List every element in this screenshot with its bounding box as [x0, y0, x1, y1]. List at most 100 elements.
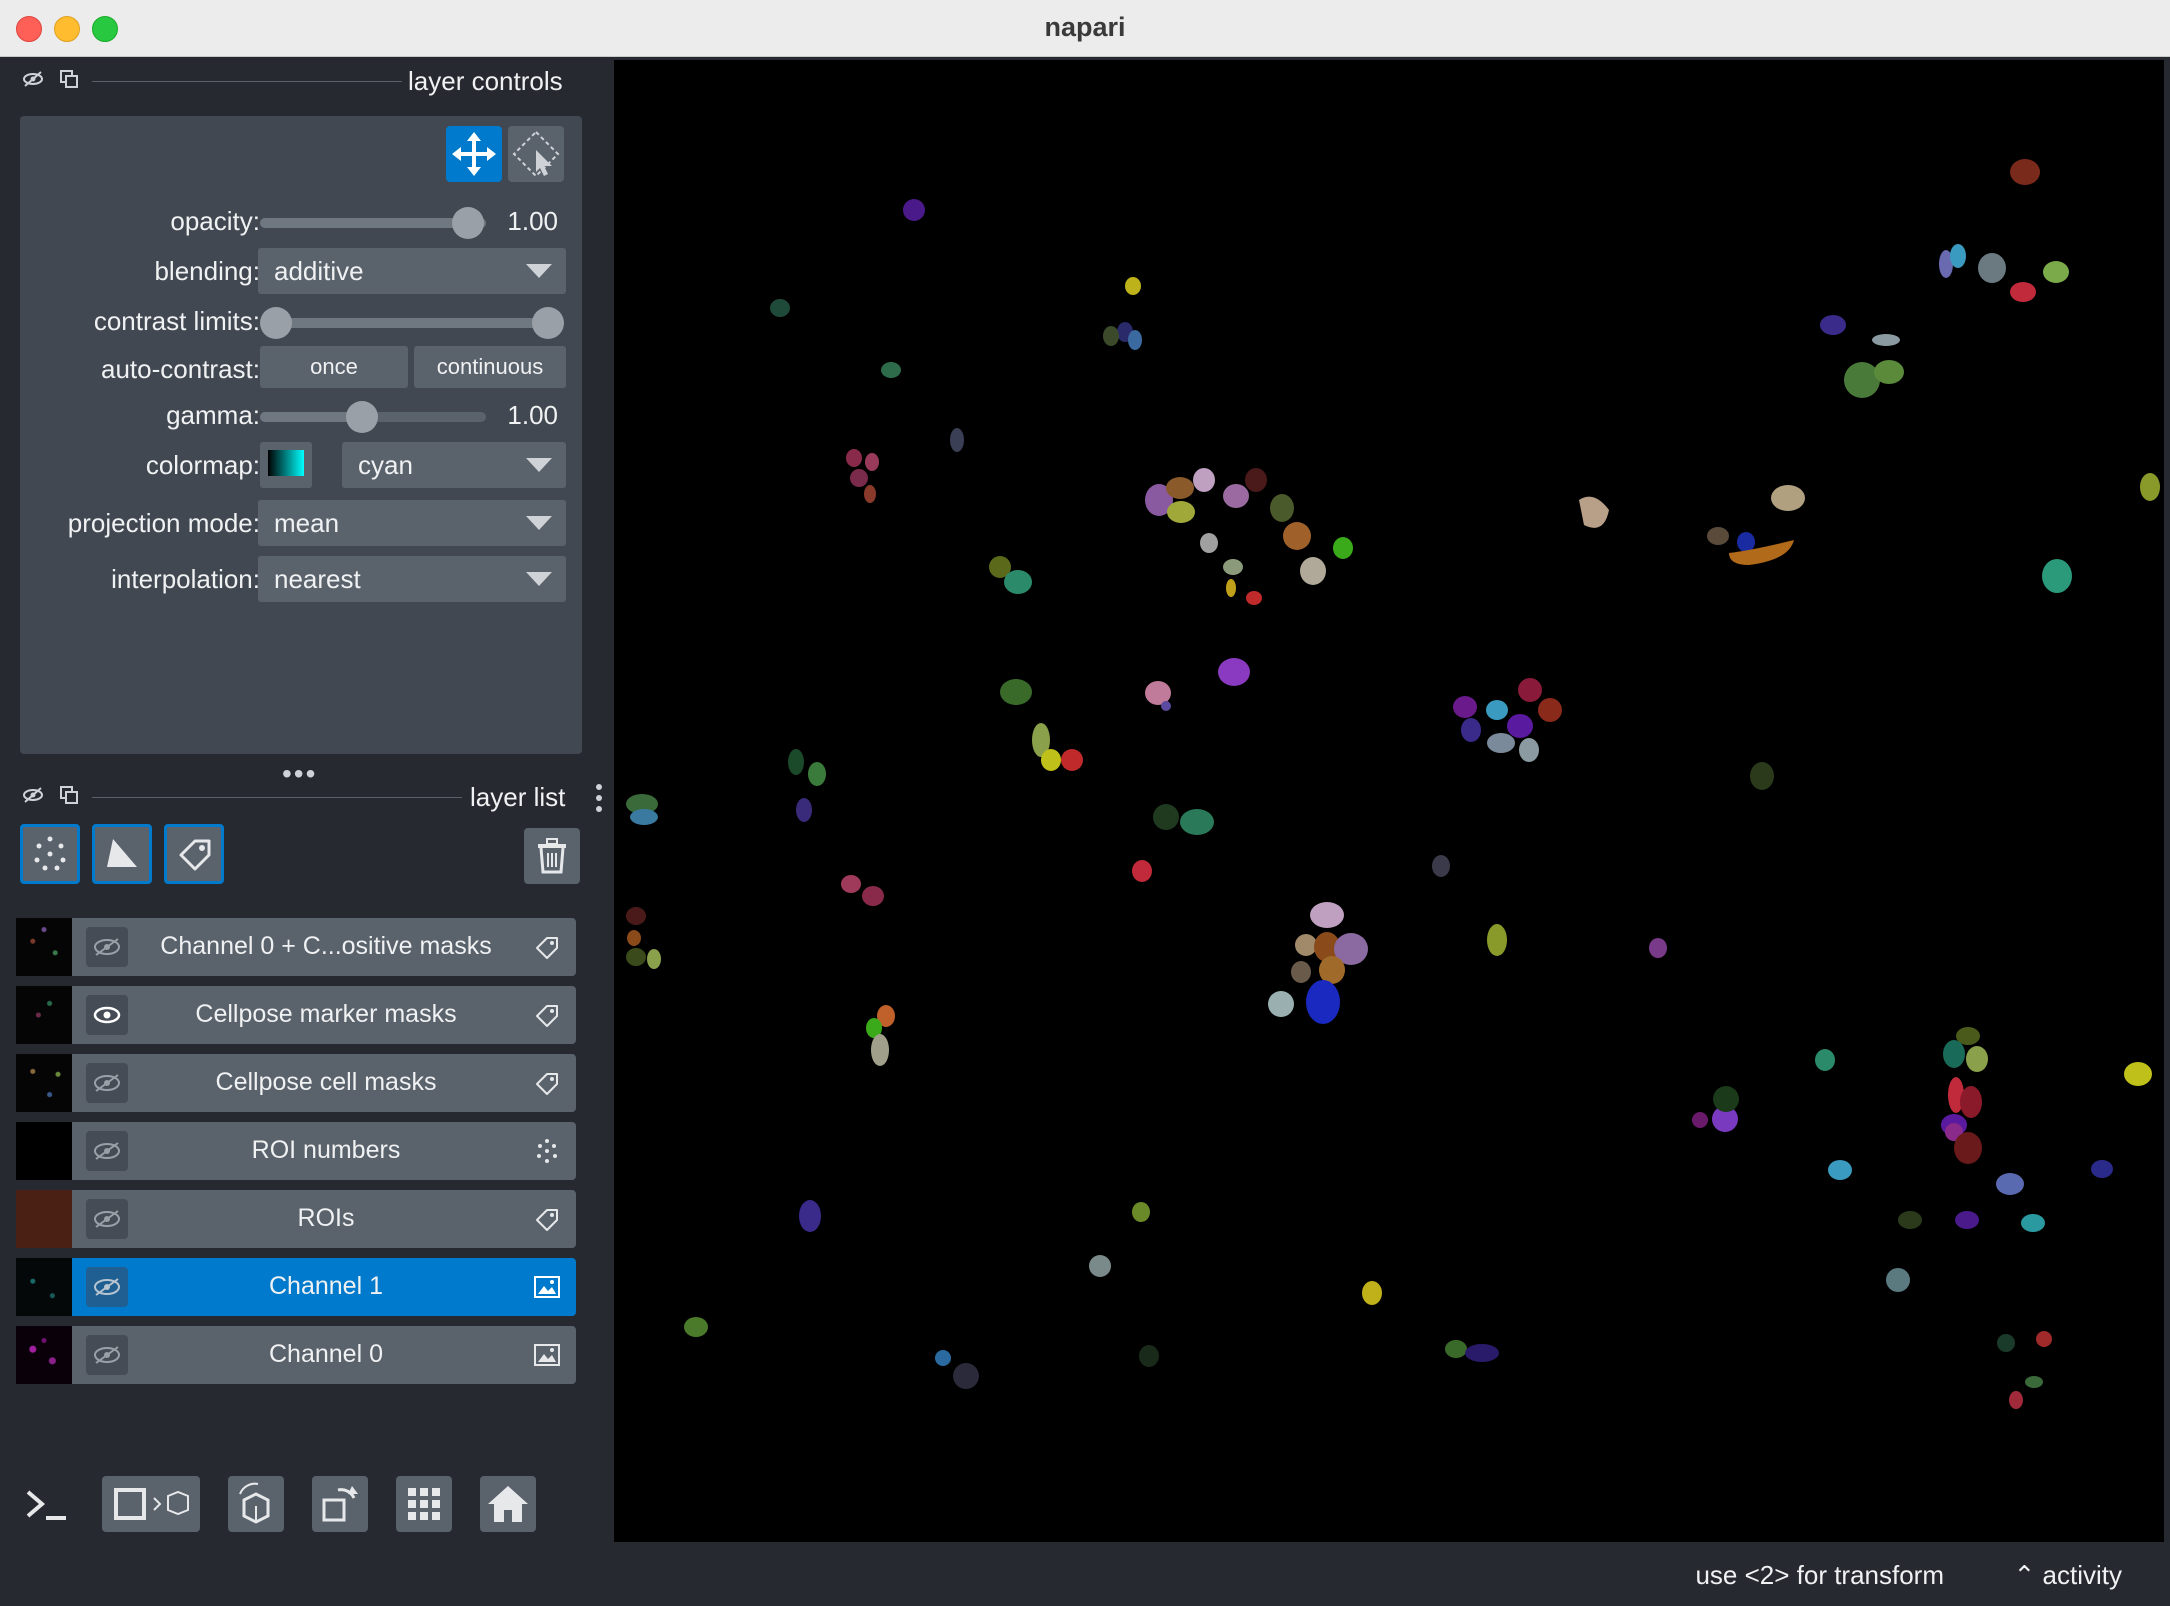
auto-contrast-once-button[interactable]: once [260, 346, 408, 388]
eye-hidden-icon [94, 938, 120, 956]
float-panel-icon[interactable] [58, 784, 80, 806]
opacity-value: 1.00 [507, 206, 558, 236]
layer-name: Cellpose cell masks [215, 1068, 437, 1096]
select-pointer-icon [512, 130, 560, 178]
hide-panel-icon[interactable] [22, 68, 44, 90]
new-points-layer-button[interactable] [20, 824, 80, 884]
chevron-down-icon [526, 516, 552, 530]
visibility-toggle[interactable] [86, 995, 128, 1035]
layer-thumbnail [16, 986, 72, 1044]
eye-hidden-icon [94, 1278, 120, 1296]
interpolation-label: interpolation: [111, 564, 260, 594]
grid-view-button[interactable] [396, 1476, 452, 1532]
activity-label: activity [2042, 1560, 2122, 1590]
pan-zoom-select-button[interactable] [508, 126, 564, 182]
interpolation-row: interpolation: nearest [20, 556, 582, 602]
shapes-icon [107, 839, 137, 867]
trash-icon [538, 838, 566, 874]
auto-contrast-continuous-button[interactable]: continuous [414, 346, 566, 388]
visibility-toggle[interactable] [86, 1131, 128, 1171]
label-masks-image [626, 159, 2160, 1409]
colormap-row: colormap: cyan [20, 442, 582, 488]
layer-list-title: layer list [470, 782, 566, 812]
layer-thumbnail [16, 1258, 72, 1316]
layer-name: Channel 1 [269, 1272, 383, 1300]
hide-panel-icon[interactable] [22, 784, 44, 806]
transpose-dims-button[interactable] [312, 1476, 368, 1532]
home-icon [488, 1486, 528, 1522]
activity-button[interactable]: ⌃ activity [2014, 1560, 2123, 1591]
roll-dims-button[interactable] [228, 1476, 284, 1532]
colormap-label: colormap: [145, 450, 260, 480]
projection-mode-dropdown[interactable]: mean [258, 500, 566, 546]
blending-label: blending: [154, 256, 260, 286]
grid-view-icon [408, 1488, 440, 1520]
auto-contrast-label: auto-contrast: [101, 354, 260, 384]
layer-controls-panel: opacity: 1.00 blending: additive contras… [20, 116, 582, 754]
title-bar: napari [0, 0, 2170, 57]
layer-row[interactable]: Cellpose cell masks [16, 1054, 576, 1112]
layer-row[interactable]: Channel 0 + C...ositive masks [16, 918, 576, 976]
opacity-row: opacity: 1.00 [20, 200, 582, 244]
layer-list-header: layer list [14, 776, 602, 816]
more-options-icon[interactable] [594, 782, 604, 814]
ndisplay-toggle-icon [114, 1488, 189, 1520]
projection-mode-label: projection mode: [67, 508, 260, 538]
layer-row[interactable]: Channel 0 [16, 1326, 576, 1384]
colormap-swatch[interactable] [260, 442, 312, 488]
interpolation-dropdown[interactable]: nearest [258, 556, 566, 602]
eye-hidden-icon [94, 1142, 120, 1160]
float-panel-icon[interactable] [58, 68, 80, 90]
layer-thumbnail [16, 1190, 72, 1248]
transpose-dims-icon [322, 1486, 358, 1522]
layer-controls-header: layer controls [14, 60, 574, 100]
contrast-high-handle[interactable] [532, 307, 564, 339]
status-hint: use <2> for transform [1695, 1560, 1944, 1590]
delete-layer-button[interactable] [524, 828, 580, 884]
viewer-canvas[interactable] [614, 60, 2164, 1542]
contrast-limits-label: contrast limits: [93, 306, 260, 336]
contrast-limits-row: contrast limits: [20, 300, 582, 344]
gamma-value: 1.00 [507, 400, 558, 430]
visibility-toggle[interactable] [86, 927, 128, 967]
blending-value: additive [274, 256, 364, 286]
transform-tool-button[interactable] [446, 126, 502, 182]
eye-hidden-icon [94, 1074, 120, 1092]
window-title: napari [1044, 12, 1126, 42]
contrast-limits-slider[interactable] [276, 318, 548, 328]
label-tag-icon [536, 937, 558, 959]
chevron-down-icon [526, 264, 552, 278]
layer-row[interactable]: ROIs [16, 1190, 576, 1248]
layer-thumbnail [16, 1122, 72, 1180]
eye-hidden-icon [94, 1346, 120, 1364]
visibility-toggle[interactable] [86, 1063, 128, 1103]
new-labels-layer-button[interactable] [164, 824, 224, 884]
opacity-slider-handle[interactable] [452, 207, 484, 239]
label-tag-icon [536, 1005, 558, 1027]
contrast-low-handle[interactable] [260, 307, 292, 339]
layer-row[interactable]: Cellpose marker masks [16, 986, 576, 1044]
visibility-toggle[interactable] [86, 1335, 128, 1375]
new-shapes-layer-button[interactable] [92, 824, 152, 884]
points-icon [537, 1139, 557, 1163]
blending-row: blending: additive [20, 248, 582, 294]
ndisplay-toggle-button[interactable] [102, 1476, 200, 1532]
blending-dropdown[interactable]: additive [258, 248, 566, 294]
gamma-label: gamma: [166, 400, 260, 430]
layer-name: Channel 0 + C...ositive masks [160, 932, 492, 960]
projection-mode-row: projection mode: mean [20, 500, 582, 546]
opacity-label: opacity: [170, 206, 260, 236]
layer-row[interactable]: Channel 1 [16, 1258, 576, 1316]
visibility-toggle[interactable] [86, 1199, 128, 1239]
colormap-dropdown[interactable]: cyan [342, 442, 566, 488]
chevron-up-icon: ⌃ [2013, 1560, 2036, 1590]
roll-dims-icon [239, 1482, 270, 1524]
eye-hidden-icon [94, 1210, 120, 1228]
layer-row[interactable]: ROI numbers [16, 1122, 576, 1180]
points-icon [34, 836, 66, 871]
visibility-toggle[interactable] [86, 1267, 128, 1307]
layer-name: Channel 0 [269, 1340, 383, 1368]
gamma-slider-handle[interactable] [346, 401, 378, 433]
home-button[interactable] [480, 1476, 536, 1532]
console-button[interactable] [18, 1476, 74, 1532]
